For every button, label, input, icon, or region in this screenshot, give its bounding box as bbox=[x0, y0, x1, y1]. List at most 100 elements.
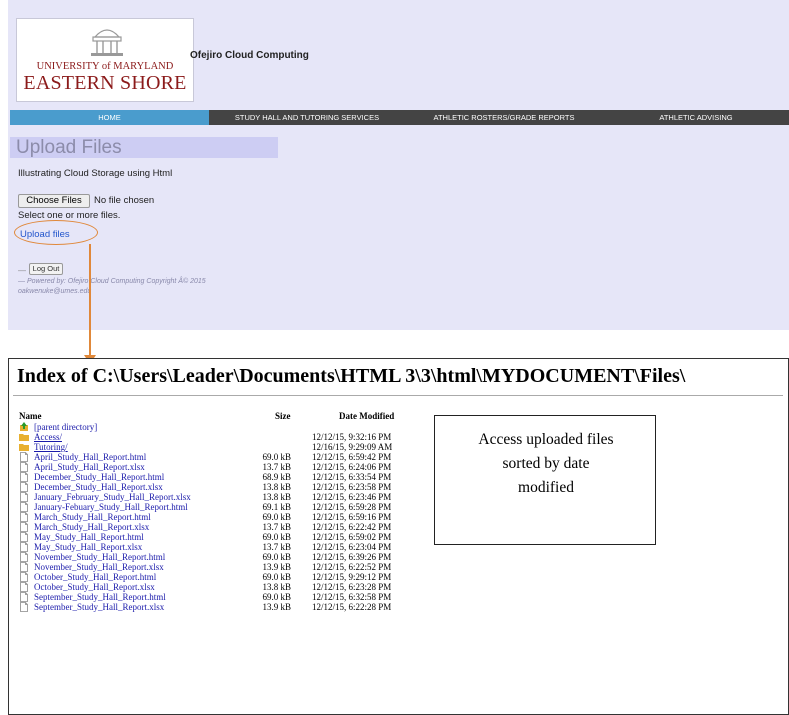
folder-row[interactable]: Access/12/12/15, 9:32:16 PM bbox=[9, 432, 429, 442]
site-brand: Ofejiro Cloud Computing bbox=[190, 50, 309, 61]
callout-oval bbox=[14, 220, 98, 245]
nav-study-hall[interactable]: STUDY HALL AND TUTORING SERVICES bbox=[209, 110, 405, 125]
file-row[interactable]: April_Study_Hall_Report.xlsx 13.7 kB 12/12… bbox=[9, 462, 429, 472]
file-name-link[interactable]: [parent directory] bbox=[34, 422, 97, 432]
file-size: 13.9 kB bbox=[262, 562, 291, 572]
file-row[interactable]: March_Study_Hall_Report.html 69.0 kB 12/12… bbox=[9, 512, 429, 522]
file-icon bbox=[19, 492, 29, 502]
nav-home[interactable]: HOME bbox=[10, 110, 209, 125]
file-date-modified: 12/12/15, 6:23:04 PM bbox=[312, 542, 392, 552]
file-name-link[interactable]: March_Study_Hall_Report.html bbox=[34, 512, 151, 522]
file-name-link[interactable]: January_February_Study_Hall_Report.xlsx bbox=[34, 492, 191, 502]
file-size: 68.9 kB bbox=[262, 472, 291, 482]
file-row[interactable]: April_Study_Hall_Report.html 69.0 kB 12/12… bbox=[9, 452, 429, 462]
file-name-link[interactable]: May_Study_Hall_Report.xlsx bbox=[34, 542, 142, 552]
listing-title: Index of C:\Users\Leader\Documents\HTML … bbox=[17, 365, 686, 387]
page-description: Illustrating Cloud Storage using Html bbox=[18, 168, 173, 179]
logo-university-text: UNIVERSITY of MARYLAND bbox=[36, 61, 174, 72]
file-name-link[interactable]: Access/ bbox=[34, 432, 62, 442]
file-status-text: No file chosen bbox=[94, 195, 155, 206]
file-icon bbox=[19, 572, 29, 582]
file-icon bbox=[19, 512, 29, 522]
umes-logo[interactable]: UNIVERSITY of MARYLAND EASTERN SHORE bbox=[16, 18, 194, 102]
file-size: 69.0 kB bbox=[262, 592, 291, 602]
file-row[interactable]: October_Study_Hall_Report.xlsx 13.8 kB 12/… bbox=[9, 582, 429, 592]
file-name-link[interactable]: September_Study_Hall_Report.html bbox=[34, 592, 166, 602]
logout-dash: — bbox=[18, 266, 26, 275]
column-header-size[interactable]: Size bbox=[275, 411, 291, 421]
file-size: 13.8 kB bbox=[262, 482, 291, 492]
file-icon bbox=[19, 592, 29, 602]
file-size: 69.0 kB bbox=[262, 552, 291, 562]
file-row[interactable]: May_Study_Hall_Report.xlsx 13.7 kB 12/12/1… bbox=[9, 542, 429, 552]
file-row[interactable]: November_Study_Hall_Report.xlsx 13.9 kB 12… bbox=[9, 562, 429, 572]
file-row[interactable]: December_Study_Hall_Report.xlsx 13.8 kB 12… bbox=[9, 482, 429, 492]
parent-directory-row[interactable]: [parent directory] bbox=[9, 422, 429, 432]
file-name-link[interactable]: April_Study_Hall_Report.html bbox=[34, 452, 146, 462]
annotation-box: Access uploaded files sorted by date mod… bbox=[434, 415, 656, 545]
file-date-modified: 12/12/15, 6:32:58 PM bbox=[312, 592, 392, 602]
file-date-modified: 12/12/15, 6:39:26 PM bbox=[312, 552, 392, 562]
file-name-link[interactable]: January-Febuary_Study_Hall_Report.html bbox=[34, 502, 188, 512]
file-name-link[interactable]: November_Study_Hall_Report.xlsx bbox=[34, 562, 164, 572]
file-name-link[interactable]: December_Study_Hall_Report.html bbox=[34, 472, 164, 482]
file-name-link[interactable]: April_Study_Hall_Report.xlsx bbox=[34, 462, 145, 472]
file-date-modified: 12/12/15, 6:22:52 PM bbox=[312, 562, 392, 572]
logo-eastern-shore-text: EASTERN SHORE bbox=[23, 72, 187, 94]
file-row[interactable]: November_Study_Hall_Report.html 69.0 kB 12… bbox=[9, 552, 429, 562]
file-name-link[interactable]: December_Study_Hall_Report.xlsx bbox=[34, 482, 163, 492]
annotation-line: sorted by date bbox=[502, 455, 590, 472]
file-icon bbox=[19, 552, 29, 562]
file-date-modified: 12/12/15, 6:33:54 PM bbox=[312, 472, 392, 482]
file-row[interactable]: March_Study_Hall_Report.xlsx 13.7 kB 12/12… bbox=[9, 522, 429, 532]
choose-files-button[interactable]: Choose Files bbox=[18, 194, 90, 208]
column-header-name[interactable]: Name bbox=[19, 411, 42, 421]
file-date-modified: 12/12/15, 9:29:12 PM bbox=[312, 572, 392, 582]
file-name-link[interactable]: October_Study_Hall_Report.html bbox=[34, 572, 156, 582]
file-size: 13.7 kB bbox=[262, 522, 291, 532]
nav-athletic-rosters[interactable]: ATHLETIC ROSTERS/GRADE REPORTS bbox=[405, 110, 603, 125]
file-date-modified: 12/12/15, 6:59:02 PM bbox=[312, 532, 392, 542]
file-icon bbox=[19, 482, 29, 492]
column-header-date[interactable]: Date Modified bbox=[339, 411, 394, 421]
file-icon bbox=[19, 562, 29, 572]
file-name-link[interactable]: May_Study_Hall_Report.html bbox=[34, 532, 144, 542]
file-name-link[interactable]: March_Study_Hall_Report.xlsx bbox=[34, 522, 149, 532]
file-size: 13.7 kB bbox=[262, 542, 291, 552]
file-date-modified: 12/12/15, 6:59:42 PM bbox=[312, 452, 392, 462]
file-name-link[interactable]: October_Study_Hall_Report.xlsx bbox=[34, 582, 155, 592]
select-hint: Select one or more files. bbox=[18, 210, 121, 221]
file-icon bbox=[19, 452, 29, 462]
file-icon bbox=[19, 602, 29, 612]
file-size: 69.1 kB bbox=[262, 502, 291, 512]
file-row[interactable]: May_Study_Hall_Report.html 69.0 kB 12/12/1… bbox=[9, 532, 429, 542]
file-date-modified: 12/12/15, 6:22:28 PM bbox=[312, 602, 392, 612]
file-icon bbox=[19, 462, 29, 472]
parent-folder-icon bbox=[19, 422, 29, 432]
annotation-line: Access uploaded files bbox=[478, 431, 614, 448]
logout-button[interactable]: Log Out bbox=[29, 263, 63, 275]
powered-by-text: — Powered by: Ofejiro Cloud Computing Co… bbox=[18, 278, 206, 285]
file-row[interactable]: October_Study_Hall_Report.html 69.0 kB 12/… bbox=[9, 572, 429, 582]
file-date-modified: 12/12/15, 6:59:16 PM bbox=[312, 512, 392, 522]
file-name-link[interactable]: Tutoring/ bbox=[34, 442, 68, 452]
file-size: 69.0 kB bbox=[262, 532, 291, 542]
web-app-panel: UNIVERSITY of MARYLAND EASTERN SHORE Ofe… bbox=[8, 0, 789, 330]
file-row[interactable]: January_February_Study_Hall_Report.xlsx 1… bbox=[9, 492, 429, 502]
nav-athletic-advising[interactable]: ATHLETIC ADVISING bbox=[603, 110, 789, 125]
file-size: 69.0 kB bbox=[262, 512, 291, 522]
folder-row[interactable]: Tutoring/12/16/15, 9:29:09 AM bbox=[9, 442, 429, 452]
file-name-link[interactable]: September_Study_Hall_Report.xlsx bbox=[34, 602, 164, 612]
file-size: 13.9 kB bbox=[262, 602, 291, 612]
file-date-modified: 12/12/15, 6:24:06 PM bbox=[312, 462, 392, 472]
file-row[interactable]: January-Febuary_Study_Hall_Report.html 69… bbox=[9, 502, 429, 512]
file-size: 13.7 kB bbox=[262, 462, 291, 472]
folder-icon bbox=[19, 432, 29, 442]
annotation-text: Access uploaded files sorted by date mod… bbox=[435, 428, 657, 500]
file-row[interactable]: September_Study_Hall_Report.html 69.0 kB 1… bbox=[9, 592, 429, 602]
file-row[interactable]: September_Study_Hall_Report.xlsx 13.9 kB 1… bbox=[9, 602, 429, 612]
contact-email[interactable]: oakwenuke@umes.edu bbox=[18, 288, 91, 295]
file-icon bbox=[19, 532, 29, 542]
file-name-link[interactable]: November_Study_Hall_Report.html bbox=[34, 552, 165, 562]
file-row[interactable]: December_Study_Hall_Report.html 68.9 kB 12… bbox=[9, 472, 429, 482]
